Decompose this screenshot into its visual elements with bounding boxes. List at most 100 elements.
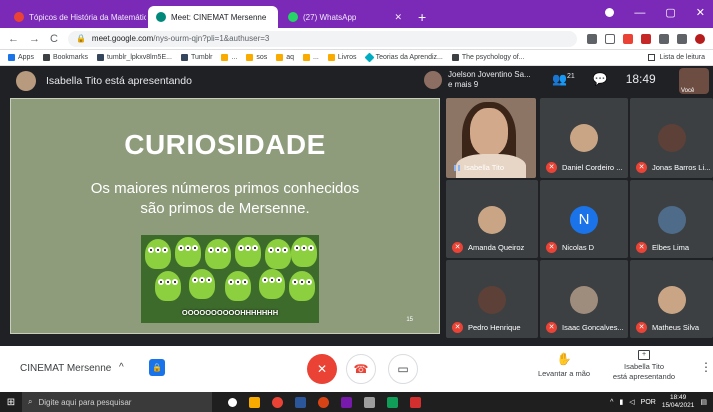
camera-icon[interactable] (587, 33, 597, 44)
onenote-icon[interactable] (341, 396, 352, 408)
avatar (657, 286, 686, 314)
participant-tile[interactable]: ✕ Amanda Queiroz (446, 180, 538, 258)
avatar (657, 206, 686, 234)
shield-icon[interactable]: 🔒 (149, 359, 165, 376)
speaker-video-tile[interactable]: Isabella Tito (446, 98, 536, 178)
tab-bar: Tópicos de História da Matemátic ✕ Meet:… (0, 0, 713, 28)
task-view-icon[interactable] (228, 397, 237, 407)
alien (291, 237, 317, 267)
participant-tile[interactable]: ✕ Daniel Cordeiro ... (540, 98, 628, 178)
extension-icon[interactable] (641, 33, 651, 44)
taskbar-search[interactable]: ⌕ Digite aqui para pesquisar (22, 392, 212, 412)
app-icon[interactable] (364, 396, 375, 408)
meet-header-icons: 👥21 💬 18:49 (552, 72, 656, 86)
participant-name: Jonas Barros Li... (652, 163, 711, 172)
slide-text: Os maiores números primos conhecidos são… (90, 180, 360, 217)
word-icon[interactable] (295, 396, 306, 408)
self-view[interactable]: Você (679, 68, 709, 94)
hang-up-icon: ☎ (353, 362, 369, 376)
clock[interactable]: 18:49 15/04/2021 (662, 394, 695, 410)
folder-icon (221, 54, 229, 61)
bookmark-tumblr[interactable]: Tumblr (180, 54, 212, 61)
leave-call-button[interactable]: ☎ (346, 354, 376, 384)
bookmark-folder[interactable]: ... (221, 54, 237, 61)
language-indicator[interactable]: POR (641, 399, 656, 406)
new-tab-button[interactable]: + (418, 6, 426, 28)
speaker-name: Isabella Tito (454, 163, 504, 172)
url-host: meet.google.com (91, 34, 154, 43)
pdf-icon[interactable] (410, 396, 421, 408)
slide-title: CURIOSIDADE (124, 129, 326, 160)
network-icon[interactable]: ▮ (619, 398, 623, 406)
participant-name: Pedro Henrique (468, 323, 521, 332)
reload-button[interactable]: C (50, 33, 58, 45)
chrome-icon[interactable] (272, 396, 283, 408)
windows-start-icon[interactable]: ⊞ (0, 397, 22, 408)
bookmark-bookmarks[interactable]: Bookmarks (42, 54, 88, 61)
bookmark-livros[interactable]: Livros (327, 54, 357, 61)
chevron-up-icon[interactable]: ^ (610, 399, 613, 406)
alien (145, 239, 171, 269)
bookmark-apps[interactable]: Apps (8, 54, 34, 61)
raise-hand-button[interactable]: ✋ Levantar a mão (532, 352, 596, 378)
mic-toggle-button[interactable]: ✕ (307, 354, 337, 384)
avatar: N (570, 206, 598, 234)
bookmark-aq[interactable]: aq (276, 54, 294, 61)
tab-meet[interactable]: Meet: CINEMAT Mersenne ✕ (148, 6, 278, 28)
alien (235, 237, 261, 267)
file-explorer-icon[interactable] (249, 396, 260, 408)
forward-button[interactable]: → (29, 33, 40, 45)
url-field[interactable]: 🔒 meet.google.com/nys-ourm-qjn?pli=1&aut… (67, 30, 577, 47)
menu-icon[interactable] (677, 33, 687, 44)
minimize-button[interactable]: — (634, 7, 645, 19)
joined-notification[interactable]: Joelson Joventino Sa... e mais 9 (424, 70, 531, 90)
reading-list[interactable]: Lista de leitura (648, 54, 705, 61)
app-icon[interactable] (318, 396, 329, 408)
participant-tile[interactable]: ✕ Elbes Lima (630, 180, 713, 258)
close-icon[interactable]: ✕ (271, 12, 278, 23)
chevron-up-icon[interactable]: ^ (119, 362, 124, 373)
tab-historia[interactable]: Tópicos de História da Matemátic ✕ (6, 6, 146, 28)
tab-whatsapp[interactable]: (27) WhatsApp ✕ (280, 6, 410, 28)
close-window-button[interactable]: ✕ (696, 6, 705, 19)
camera-toggle-button[interactable]: ▭ (388, 354, 418, 384)
close-icon[interactable]: ✕ (388, 12, 402, 23)
camera-icon: ▭ (397, 362, 409, 376)
participant-tile[interactable]: ✕ Matheus Silva (630, 260, 713, 338)
folder-icon (303, 54, 311, 61)
address-bar: ← → C 🔒 meet.google.com/nys-ourm-qjn?pli… (0, 28, 713, 50)
meet-header: Isabella Tito está apresentando Joelson … (0, 66, 713, 96)
more-options-icon[interactable]: ⋮ (700, 360, 712, 374)
presentation-status-button[interactable]: + Isabella Tito está apresentando (606, 350, 682, 382)
participant-tile[interactable]: N ✕ Nicolas D (540, 180, 628, 258)
bookmark-sos[interactable]: sos (246, 54, 267, 61)
volume-icon[interactable]: ◁ (629, 398, 634, 406)
maximize-button[interactable]: ▢ (665, 6, 675, 19)
avatar[interactable] (695, 33, 705, 44)
mic-off-icon: ✕ (636, 242, 647, 253)
mic-off-icon: ✕ (452, 242, 463, 253)
participant-tile[interactable]: ✕ Pedro Henrique (446, 260, 538, 338)
people-button[interactable]: 👥21 (552, 72, 575, 86)
bookmark-teorias[interactable]: Teorias da Aprendiz... (364, 52, 443, 63)
app-icon[interactable] (387, 396, 398, 408)
aliens-image: OOOOOOOOOOHHHHHHH (141, 235, 319, 323)
meeting-name: CINEMAT Mersenne (20, 363, 112, 374)
alien (205, 239, 231, 269)
back-button[interactable]: ← (8, 33, 19, 45)
chat-button[interactable]: 💬 (593, 72, 608, 86)
image-caption: OOOOOOOOOOHHHHHHH (181, 308, 279, 317)
profile-dot-icon[interactable] (605, 8, 615, 17)
puzzle-icon[interactable] (659, 33, 669, 44)
notifications-icon[interactable]: ▤ (700, 398, 707, 406)
bookmark-tumblr-post[interactable]: tumblr_lpkxv8lm5E... (96, 54, 172, 61)
extension-icon[interactable] (623, 33, 633, 44)
participant-tile[interactable]: ✕ Isaac Goncalves... (540, 260, 628, 338)
presentation-slide: CURIOSIDADE Os maiores números primos co… (10, 98, 440, 334)
bookmark-psychology[interactable]: The psychology of... (451, 54, 525, 61)
chat-icon: 💬 (592, 72, 608, 86)
star-icon[interactable] (605, 33, 615, 44)
participant-tile[interactable]: ✕ Jonas Barros Li... (630, 98, 713, 178)
speaking-indicator-icon (454, 164, 460, 171)
bookmark-folder[interactable]: ... (303, 54, 319, 61)
